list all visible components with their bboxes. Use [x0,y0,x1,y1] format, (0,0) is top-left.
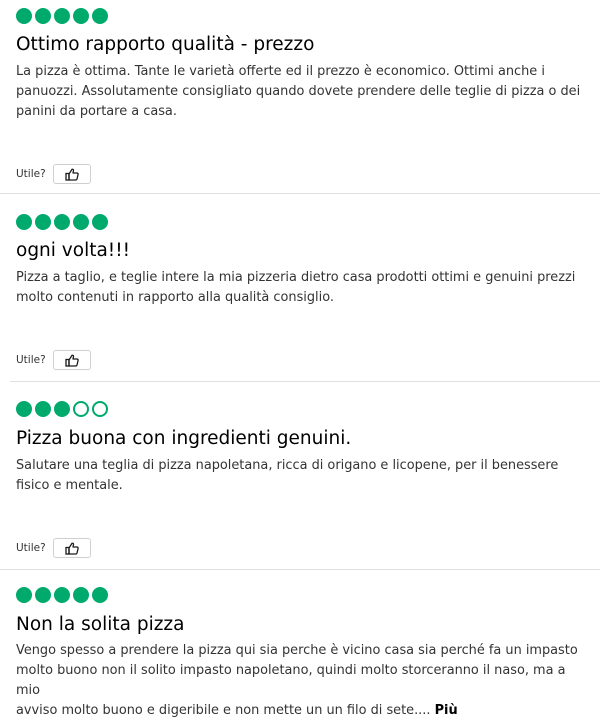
review-body-line: La pizza è ottima. Tante le varietà offe… [16,64,545,79]
rating-bubble-filled-icon [73,8,89,24]
rating-bubble-filled-icon [92,587,108,603]
review-body: La pizza è ottima. Tante le varietà offe… [16,62,588,122]
rating-bubble-filled-icon [54,587,70,603]
helpful-label: Utile? [16,168,46,180]
helpful-button[interactable] [53,164,91,184]
review-body-line: avviso molto buono e digeribile e non me… [16,701,588,721]
thumbs-up-icon [65,168,79,181]
rating-bubble-empty-icon [92,401,108,417]
review-body-line: Pizza a taglio, e teglie intere la mia p… [16,270,576,285]
review-body-line: Salutare una teglia di pizza napoletana,… [16,458,559,473]
rating-bubble-filled-icon [35,401,51,417]
rating-bubbles [16,401,111,417]
helpful-button[interactable] [53,538,91,558]
review-title[interactable]: Pizza buona con ingredienti genuini. [16,427,351,451]
rating-bubble-filled-icon [92,8,108,24]
review-body: Salutare una teglia di pizza napoletana,… [16,456,588,496]
rating-bubble-filled-icon [35,8,51,24]
rating-bubble-filled-icon [73,214,89,230]
review-body-line: panini da portare a casa. [16,104,177,119]
rating-bubble-empty-icon [73,401,89,417]
review-title[interactable]: Non la solita pizza [16,613,184,637]
thumbs-up-icon [65,542,79,555]
divider [0,569,600,570]
rating-bubble-filled-icon [16,401,32,417]
helpful-label: Utile? [16,542,46,554]
review-body: Vengo spesso a prendere la pizza qui sia… [16,641,588,721]
rating-bubble-filled-icon [16,587,32,603]
review-body-line: molto buono non il solito impasto napole… [16,663,566,698]
review-body: Pizza a taglio, e teglie intere la mia p… [16,268,588,308]
review-body-line: panuozzi. Assolutamente consigliato quan… [16,84,581,99]
rating-bubble-filled-icon [73,587,89,603]
rating-bubble-filled-icon [92,214,108,230]
review-title[interactable]: Ottimo rapporto qualità - prezzo [16,33,314,57]
rating-bubble-filled-icon [35,587,51,603]
rating-bubble-filled-icon [16,214,32,230]
rating-bubble-filled-icon [35,214,51,230]
divider [0,193,600,194]
rating-bubbles [16,587,111,603]
review-title[interactable]: ogni volta!!! [16,239,130,263]
rating-bubble-filled-icon [54,214,70,230]
rating-bubbles [16,214,111,230]
review-body-line: molto contenuti in rapporto alla qualità… [16,290,334,305]
review-body-line: Vengo spesso a prendere la pizza qui sia… [16,643,578,658]
helpful-label: Utile? [16,354,46,366]
review-body-line: fisico e mentale. [16,478,123,493]
helpful-button[interactable] [53,350,91,370]
rating-bubble-filled-icon [16,8,32,24]
divider [10,381,600,382]
rating-bubble-filled-icon [54,8,70,24]
rating-bubble-filled-icon [54,401,70,417]
rating-bubbles [16,8,111,24]
thumbs-up-icon [65,354,79,367]
